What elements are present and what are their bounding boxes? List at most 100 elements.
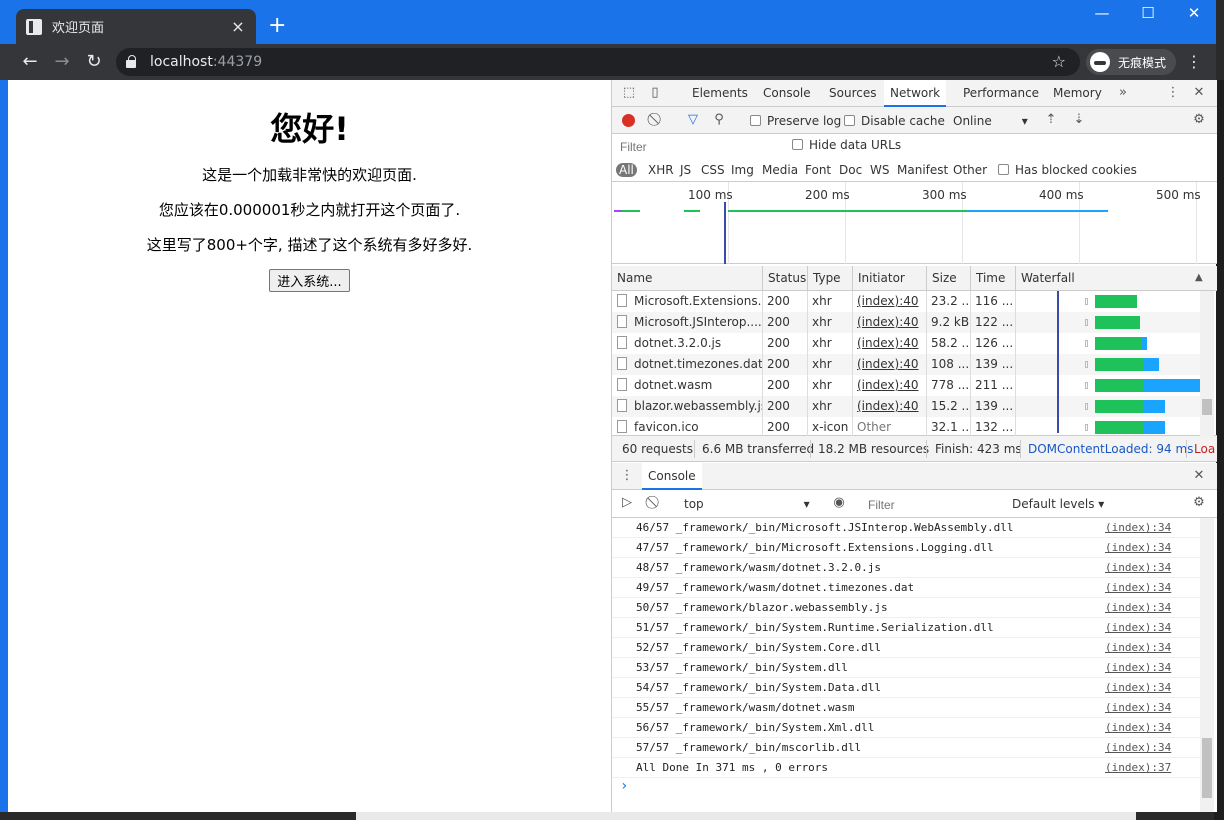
- type-filter-font[interactable]: Font: [805, 163, 831, 177]
- console-source-link[interactable]: (index):34: [1105, 678, 1171, 698]
- column-type[interactable]: Type: [807, 266, 852, 291]
- console-source-link[interactable]: (index):34: [1105, 518, 1171, 538]
- enter-system-button[interactable]: 进入系统...: [269, 269, 350, 292]
- type-filter-manifest[interactable]: Manifest: [897, 163, 948, 177]
- request-row[interactable]: dotnet.timezones.dat 200 xhr (index):40 108 …: [612, 354, 1202, 375]
- type-filter-doc[interactable]: Doc: [839, 163, 862, 177]
- type-filter-js[interactable]: JS: [680, 163, 691, 177]
- search-icon[interactable]: ⚲: [710, 111, 728, 129]
- request-initiator[interactable]: (index):40: [852, 333, 926, 354]
- tab-elements[interactable]: Elements: [686, 80, 754, 107]
- tab-sources[interactable]: Sources: [823, 80, 882, 107]
- type-filter-other[interactable]: Other: [953, 163, 987, 177]
- hide-data-urls-checkbox[interactable]: Hide data URLs: [792, 138, 901, 152]
- console-source-link[interactable]: (index):34: [1105, 618, 1171, 638]
- console-prompt[interactable]: ›: [620, 778, 628, 794]
- console-source-link[interactable]: (index):37: [1105, 758, 1171, 778]
- type-filter-img[interactable]: Img: [731, 163, 754, 177]
- request-row[interactable]: Microsoft.Extensions.... 200 xhr (index):40…: [612, 291, 1202, 312]
- clear-icon[interactable]: ⃠: [648, 111, 666, 129]
- preserve-log-checkbox[interactable]: Preserve log: [750, 114, 841, 128]
- device-toolbar-icon[interactable]: ▯: [646, 84, 664, 102]
- console-scrollbar[interactable]: [1200, 518, 1214, 812]
- tab-memory[interactable]: Memory: [1047, 80, 1108, 107]
- request-scrollbar[interactable]: [1200, 291, 1214, 436]
- more-tabs-icon[interactable]: »: [1114, 84, 1132, 102]
- console-source-link[interactable]: (index):34: [1105, 658, 1171, 678]
- type-filter-all[interactable]: All: [616, 163, 637, 177]
- request-initiator[interactable]: (index):40: [852, 354, 926, 375]
- network-overview[interactable]: 100 ms 200 ms 300 ms 400 ms 500 ms: [612, 182, 1217, 264]
- incognito-badge[interactable]: 无痕模式: [1086, 49, 1176, 75]
- scrollbar-thumb[interactable]: [1202, 738, 1212, 798]
- tab-performance[interactable]: Performance: [957, 80, 1045, 107]
- bookmark-star-icon[interactable]: ☆: [1052, 52, 1066, 71]
- column-status[interactable]: Status: [762, 266, 807, 291]
- type-filter-media[interactable]: Media: [762, 163, 798, 177]
- forward-button[interactable]: →: [50, 51, 74, 73]
- tab-network[interactable]: Network: [884, 80, 947, 107]
- request-row[interactable]: Microsoft.JSInterop.... 200 xhr (index):40 9…: [612, 312, 1202, 333]
- log-levels-select[interactable]: Default levels ▾: [1012, 497, 1104, 511]
- sidebar-toggle-icon[interactable]: ▷: [618, 494, 636, 512]
- live-expression-eye-icon[interactable]: ◉: [830, 494, 848, 512]
- inspect-element-icon[interactable]: ⬚: [620, 84, 638, 102]
- console-settings-gear-icon[interactable]: ⚙: [1190, 494, 1208, 512]
- blocked-cookies-checkbox[interactable]: Has blocked cookies: [998, 163, 1137, 177]
- disable-cache-checkbox[interactable]: Disable cache: [844, 114, 945, 128]
- maximize-button[interactable]: ☐: [1136, 4, 1160, 22]
- console-source-link[interactable]: (index):34: [1105, 638, 1171, 658]
- tab-console[interactable]: Console: [757, 80, 817, 107]
- minimize-button[interactable]: —: [1090, 4, 1114, 22]
- new-tab-button[interactable]: +: [268, 13, 286, 38]
- request-row[interactable]: blazor.webassembly.js 200 xhr (index):40 15.…: [612, 396, 1202, 417]
- column-time[interactable]: Time: [970, 266, 1015, 291]
- type-filter-xhr[interactable]: XHR: [648, 163, 674, 177]
- address-bar[interactable]: localhost:44379 ☆: [116, 48, 1080, 76]
- console-source-link[interactable]: (index):34: [1105, 558, 1171, 578]
- close-devtools-icon[interactable]: ✕: [1190, 84, 1208, 102]
- close-drawer-icon[interactable]: ✕: [1190, 467, 1208, 485]
- type-filter-ws[interactable]: WS: [870, 163, 889, 177]
- request-initiator[interactable]: (index):40: [852, 312, 926, 333]
- column-initiator[interactable]: Initiator: [852, 266, 926, 291]
- clear-console-icon[interactable]: ⃠: [646, 494, 664, 512]
- network-filter-input[interactable]: [618, 138, 778, 156]
- column-name[interactable]: Name: [612, 266, 762, 291]
- context-select[interactable]: top ▾: [684, 497, 810, 511]
- request-row[interactable]: dotnet.3.2.0.js 200 xhr (index):40 58.2 ... 1…: [612, 333, 1202, 354]
- record-icon[interactable]: [622, 114, 635, 127]
- request-row[interactable]: dotnet.wasm 200 xhr (index):40 778 ... 211 ..…: [612, 375, 1205, 396]
- console-source-link[interactable]: (index):34: [1105, 738, 1171, 758]
- close-tab-icon[interactable]: ×: [230, 17, 246, 36]
- export-har-icon[interactable]: ⇣: [1070, 111, 1088, 129]
- console-filter-input[interactable]: [866, 496, 1002, 514]
- console-source-link[interactable]: (index):34: [1105, 538, 1171, 558]
- throttling-select[interactable]: Online ▾: [953, 114, 1028, 128]
- reload-button[interactable]: ↻: [82, 51, 106, 73]
- request-initiator[interactable]: (index):40: [852, 375, 926, 396]
- column-size[interactable]: Size: [926, 266, 970, 291]
- back-button[interactable]: ←: [18, 51, 42, 73]
- browser-tab[interactable]: 欢迎页面 ×: [16, 9, 256, 44]
- filter-icon[interactable]: ▽: [684, 111, 702, 129]
- browser-menu-button[interactable]: ⋮: [1186, 52, 1202, 71]
- console-source-link[interactable]: (index):34: [1105, 578, 1171, 598]
- column-waterfall[interactable]: Waterfall: [1015, 266, 1217, 291]
- request-row[interactable]: favicon.ico 200 x-icon Other 32.1 ... 132 ...: [612, 417, 1202, 438]
- console-message-text: 53/57 _framework/_bin/System.dll: [636, 661, 848, 674]
- request-initiator[interactable]: (index):40: [852, 396, 926, 417]
- devtools-menu-icon[interactable]: ⋮: [1164, 84, 1182, 102]
- waterfall-download-bar: [1143, 379, 1205, 392]
- drawer-menu-icon[interactable]: ⋮: [618, 467, 636, 485]
- network-settings-gear-icon[interactable]: ⚙: [1190, 111, 1208, 129]
- scrollbar-thumb[interactable]: [1202, 399, 1212, 415]
- request-initiator[interactable]: (index):40: [852, 291, 926, 312]
- console-source-link[interactable]: (index):34: [1105, 598, 1171, 618]
- type-filter-css[interactable]: CSS: [701, 163, 725, 177]
- console-source-link[interactable]: (index):34: [1105, 718, 1171, 738]
- close-window-button[interactable]: ✕: [1182, 4, 1206, 22]
- console-source-link[interactable]: (index):34: [1105, 698, 1171, 718]
- drawer-tab-console[interactable]: Console: [642, 463, 702, 490]
- import-har-icon[interactable]: ⇡: [1042, 111, 1060, 129]
